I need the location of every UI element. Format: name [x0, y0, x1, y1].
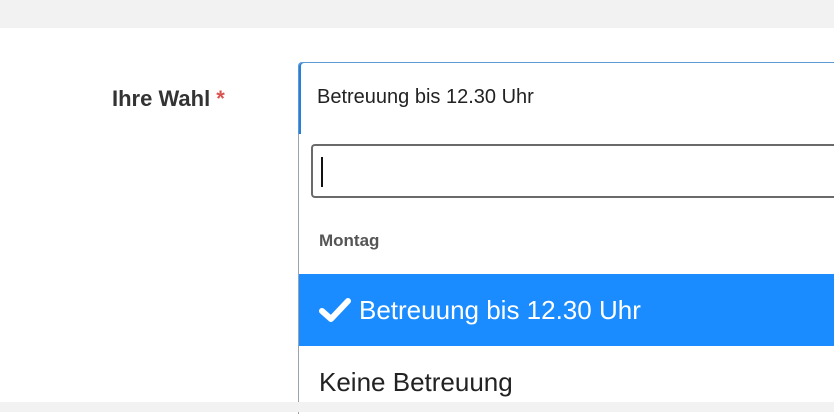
option-betreuung-1230[interactable]: Betreuung bis 12.30 Uhr — [299, 274, 834, 346]
check-icon — [319, 298, 351, 322]
option-label: Keine Betreuung — [319, 366, 513, 397]
select-current-value: Betreuung bis 12.30 Uhr — [317, 86, 534, 108]
choice-select[interactable]: Betreuung bis 12.30 Uhr — [298, 62, 834, 134]
required-marker: * — [216, 86, 225, 111]
option-label: Betreuung bis 12.30 Uhr — [359, 294, 641, 325]
field-label-text: Ihre Wahl — [112, 86, 211, 111]
option-group-label: Montag — [319, 231, 380, 250]
top-band — [0, 0, 834, 28]
bottom-band — [0, 402, 834, 412]
select-dropdown: Montag Betreuung bis 12.30 Uhr Keine Bet… — [298, 134, 834, 418]
dropdown-search-input[interactable] — [311, 144, 834, 198]
field-label: Ihre Wahl * — [112, 86, 225, 112]
text-caret — [321, 157, 323, 187]
